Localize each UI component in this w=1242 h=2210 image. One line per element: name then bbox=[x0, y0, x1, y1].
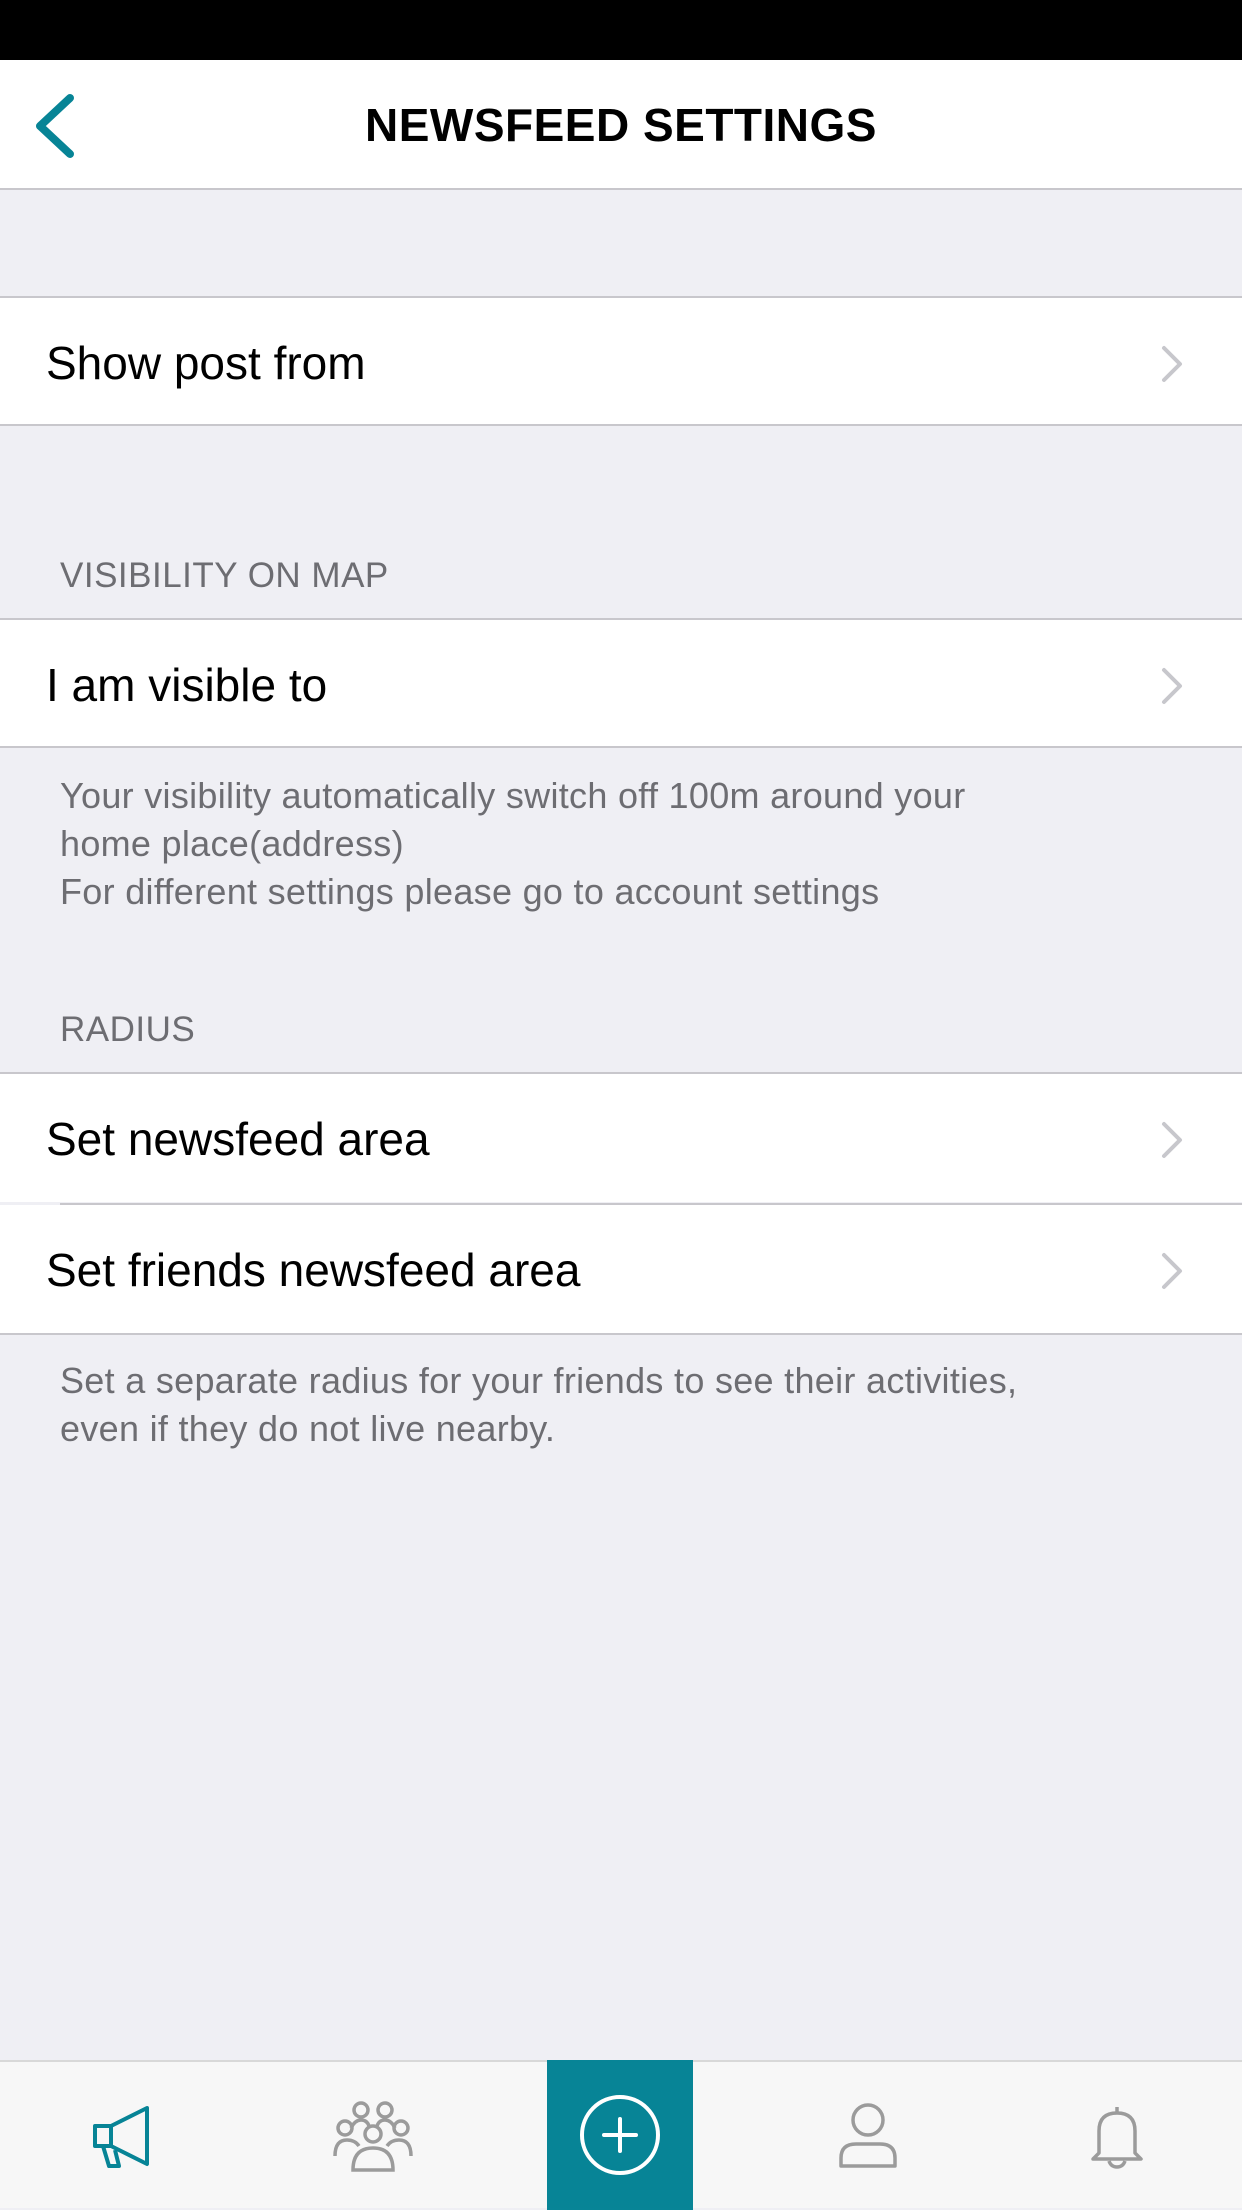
set-newsfeed-area-label: Set newsfeed area bbox=[46, 1113, 430, 1165]
tab-profile[interactable] bbox=[795, 2062, 941, 2210]
visible-to-label: I am visible to bbox=[46, 659, 328, 711]
show-post-from-label: Show post from bbox=[46, 337, 366, 389]
radius-footer-note: Set a separate radius for your friends t… bbox=[60, 1357, 1200, 1453]
chevron-right-icon bbox=[1162, 346, 1182, 382]
chevron-right-icon bbox=[1162, 668, 1182, 704]
visibility-footer-line: Your visibility automatically switch off… bbox=[60, 775, 966, 816]
visibility-footer-note: Your visibility automatically switch off… bbox=[60, 772, 1200, 916]
set-friends-newsfeed-area-label: Set friends newsfeed area bbox=[46, 1244, 581, 1296]
radius-footer-line: even if they do not live nearby. bbox=[60, 1408, 556, 1449]
show-post-from-row[interactable]: Show post from bbox=[0, 296, 1242, 426]
set-friends-newsfeed-area-row[interactable]: Set friends newsfeed area bbox=[0, 1205, 1242, 1335]
status-bar bbox=[0, 0, 1242, 60]
tab-add[interactable] bbox=[547, 2060, 693, 2210]
tab-bar bbox=[0, 2060, 1242, 2210]
profile-icon bbox=[839, 2103, 897, 2168]
tab-newsfeed[interactable] bbox=[52, 2062, 198, 2210]
visibility-section-header: VISIBILITY ON MAP bbox=[60, 556, 389, 595]
add-icon bbox=[580, 2095, 660, 2175]
chevron-right-icon bbox=[1162, 1253, 1182, 1289]
megaphone-icon bbox=[93, 2106, 149, 2168]
radius-section-header: RADIUS bbox=[60, 1010, 196, 1049]
visibility-footer-line: For different settings please go to acco… bbox=[60, 871, 880, 912]
set-newsfeed-area-row[interactable]: Set newsfeed area bbox=[0, 1072, 1242, 1202]
tab-notifications[interactable] bbox=[1044, 2062, 1190, 2210]
visibility-footer-line: home place(address) bbox=[60, 823, 404, 864]
bell-icon bbox=[1091, 2107, 1143, 2169]
page-title: NEWSFEED SETTINGS bbox=[365, 99, 877, 151]
tab-groups[interactable] bbox=[300, 2062, 446, 2210]
radius-footer-line: Set a separate radius for your friends t… bbox=[60, 1360, 1018, 1401]
chevron-right-icon bbox=[1162, 1122, 1182, 1158]
group-icon bbox=[333, 2101, 413, 2172]
navigation-bar: NEWSFEED SETTINGS bbox=[0, 60, 1242, 190]
visible-to-row[interactable]: I am visible to bbox=[0, 618, 1242, 748]
